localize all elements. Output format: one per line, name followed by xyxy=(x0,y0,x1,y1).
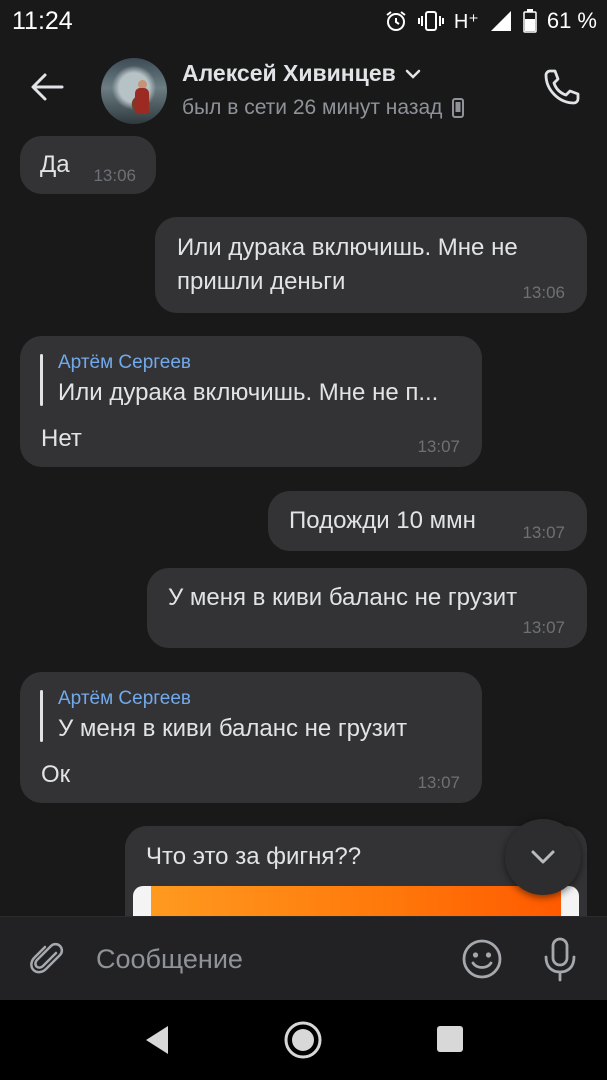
message-time: 13:06 xyxy=(522,283,565,302)
last-seen-status: был в сети 26 минут назад xyxy=(182,96,465,120)
message-incoming-reply[interactable]: Артём Сергеев У меня в киви баланс не гр… xyxy=(20,672,482,803)
reply-quote[interactable]: Артём Сергеев Или дурака включишь. Мне н… xyxy=(40,350,478,410)
message-list[interactable]: Да 13:06 Или дурака включишь. Мне не при… xyxy=(0,136,607,916)
message-text: Ок xyxy=(41,761,71,788)
network-type: H⁺ xyxy=(453,10,479,33)
paperclip-icon[interactable] xyxy=(28,939,68,979)
chevron-down-icon xyxy=(405,69,420,79)
signal-icon xyxy=(490,11,511,31)
message-input[interactable] xyxy=(96,937,426,981)
message-text: Или дурака включишь. Мне не пришли деньг… xyxy=(177,231,518,299)
reply-author: Артём Сергеев xyxy=(58,688,192,709)
message-outgoing[interactable]: Или дурака включишь. Мне не пришли деньг… xyxy=(155,217,587,313)
avatar[interactable] xyxy=(101,58,167,124)
alarm-icon xyxy=(386,11,406,31)
back-arrow-icon[interactable] xyxy=(26,66,68,108)
message-text-line: Или дурака включишь. Мне не xyxy=(177,234,518,261)
message-text: Да xyxy=(40,151,70,178)
message-text: Нет xyxy=(41,425,82,452)
status-icons: H⁺ 61 % xyxy=(384,6,597,36)
message-text: Подожди 10 ммн xyxy=(289,507,476,534)
message-time: 13:07 xyxy=(417,437,460,456)
reply-text: Или дурака включишь. Мне не п... xyxy=(58,379,439,406)
message-composer xyxy=(0,916,607,1001)
system-navigation-bar xyxy=(0,1000,607,1080)
chat-header: Алексей Хивинцев был в сети 26 минут наз… xyxy=(0,44,607,136)
battery-icon xyxy=(523,9,537,33)
battery-level: 61 % xyxy=(546,8,597,33)
message-time: 13:07 xyxy=(522,523,565,542)
message-text: У меня в киви баланс не грузит xyxy=(168,584,518,611)
emoji-icon[interactable] xyxy=(460,937,504,981)
message-incoming-reply[interactable]: Артём Сергеев Или дурака включишь. Мне н… xyxy=(20,336,482,467)
vibrate-icon xyxy=(417,11,444,31)
image-attachment-content xyxy=(151,886,561,916)
message-outgoing[interactable]: У меня в киви баланс не грузит 13:07 xyxy=(147,568,587,648)
message-time: 13:06 xyxy=(93,166,136,185)
image-attachment[interactable] xyxy=(133,886,579,916)
scroll-to-bottom-button[interactable] xyxy=(505,819,581,895)
status-time: 11:24 xyxy=(12,7,73,35)
reply-quote[interactable]: Артём Сергеев У меня в киви баланс не гр… xyxy=(40,686,478,746)
phone-call-icon[interactable] xyxy=(541,66,583,108)
nav-back-icon[interactable] xyxy=(140,1022,174,1058)
message-outgoing[interactable]: Подожди 10 ммн 13:07 xyxy=(268,491,587,551)
message-time: 13:07 xyxy=(522,618,565,637)
contact-name-text: Алексей Хивинцев xyxy=(182,60,396,86)
nav-recents-icon[interactable] xyxy=(437,1026,463,1052)
nav-home-icon[interactable] xyxy=(283,1020,323,1060)
chevron-down-icon xyxy=(531,850,555,864)
avatar-photo-body xyxy=(135,88,149,114)
contact-name[interactable]: Алексей Хивинцев xyxy=(182,60,422,87)
message-time: 13:07 xyxy=(417,773,460,792)
message-incoming[interactable]: Да 13:06 xyxy=(20,136,156,194)
microphone-icon[interactable] xyxy=(538,935,582,983)
status-bar: 11:24 H⁺ 61 % xyxy=(0,0,607,44)
last-seen-text: был в сети 26 минут назад xyxy=(182,96,443,119)
reply-author: Артём Сергеев xyxy=(58,352,192,373)
mobile-device-icon xyxy=(452,98,465,118)
reply-text: У меня в киви баланс не грузит xyxy=(58,715,408,742)
message-text: Что это за фигня?? xyxy=(146,843,362,870)
message-text-line: пришли деньги xyxy=(177,268,346,295)
